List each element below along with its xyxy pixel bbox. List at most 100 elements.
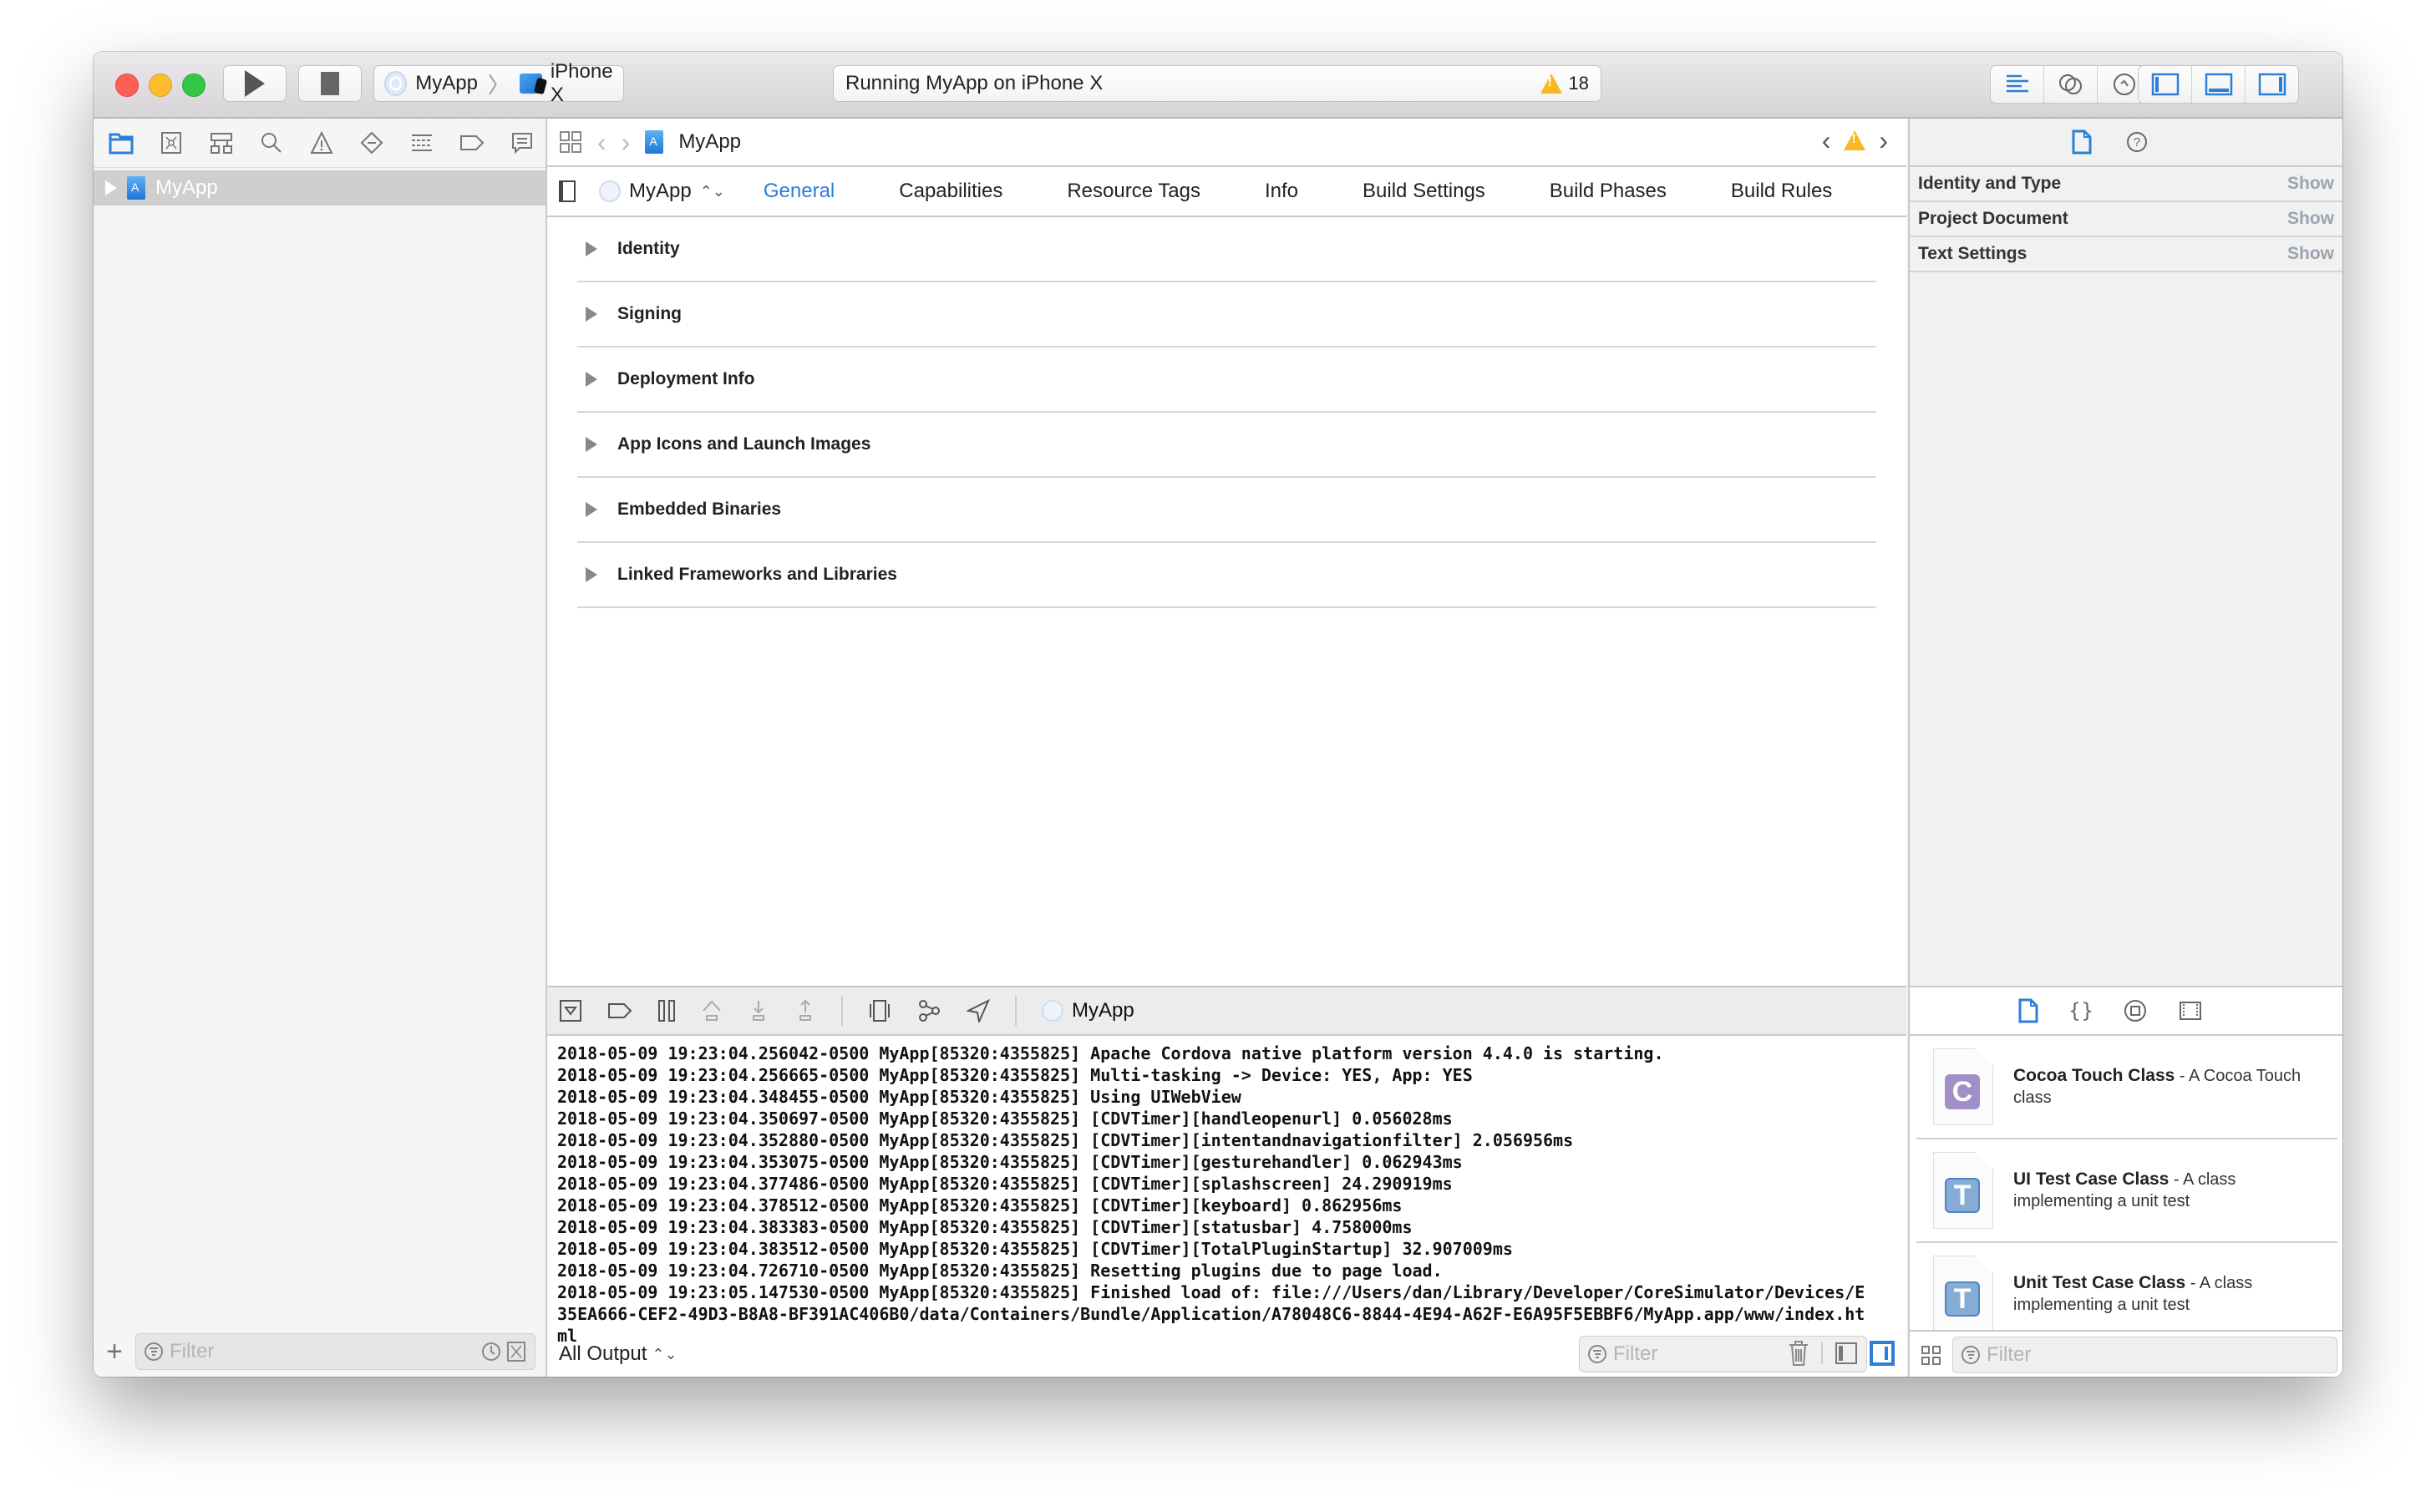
report-navigator-tab[interactable] <box>506 127 538 159</box>
clock-arrow-icon <box>2113 74 2135 95</box>
console-line: 2018-05-09 19:23:04.377486-0500 MyApp[85… <box>557 1174 1453 1194</box>
tab-build-settings[interactable]: Build Settings <box>1363 180 1485 203</box>
object-library-icon[interactable] <box>2124 999 2147 1022</box>
pause-icon[interactable] <box>657 999 676 1022</box>
symbol-navigator-tab[interactable] <box>206 127 237 159</box>
breakpoint-navigator-tab[interactable] <box>456 127 488 159</box>
tab-build-rules[interactable]: Build Rules <box>1731 180 1832 203</box>
file-inspector-icon[interactable] <box>2072 129 2092 155</box>
quick-help-icon[interactable]: ? <box>2125 130 2149 154</box>
minimize-window-button[interactable] <box>149 74 172 97</box>
breakpoints-toggle-icon[interactable] <box>607 1002 632 1020</box>
target-label: MyApp <box>629 180 692 202</box>
close-window-button[interactable] <box>115 74 139 97</box>
assistant-editor-button[interactable] <box>2044 66 2098 103</box>
disclosure-triangle-icon[interactable] <box>586 502 597 517</box>
toggle-inspector-button[interactable] <box>2246 66 2298 103</box>
filter-icon <box>1588 1345 1606 1363</box>
step-out-icon[interactable] <box>794 999 816 1022</box>
show-button[interactable]: Show <box>2287 174 2334 194</box>
disclosure-triangle-icon[interactable] <box>586 241 597 256</box>
source-control-icon <box>161 132 181 154</box>
trash-icon[interactable] <box>1788 1340 1809 1367</box>
show-variables-view-icon[interactable] <box>1835 1342 1858 1365</box>
console-line: 2018-05-09 19:23:04.383512-0500 MyApp[85… <box>557 1239 1513 1259</box>
find-navigator-tab[interactable] <box>256 127 287 159</box>
tab-general[interactable]: General <box>764 180 835 203</box>
tab-build-phases[interactable]: Build Phases <box>1550 180 1667 203</box>
stop-button[interactable] <box>298 65 362 102</box>
disclosure-triangle-icon[interactable] <box>586 372 597 387</box>
add-file-button[interactable]: + <box>104 1336 125 1368</box>
library-item-ui-test-case-class[interactable]: T UI Test Case Class - A class implement… <box>1916 1139 2337 1243</box>
project-navigator-tab[interactable] <box>105 127 137 159</box>
tab-info[interactable]: Info <box>1265 180 1298 203</box>
inspector-row-project-document: Project Document Show <box>1910 202 2342 237</box>
jump-bar-title[interactable]: MyApp <box>678 130 741 154</box>
tab-capabilities[interactable]: Capabilities <box>899 180 1002 203</box>
issue-navigator-tab[interactable] <box>306 127 337 159</box>
navigator-filter-input[interactable]: Filter <box>135 1333 535 1370</box>
recent-files-clock-icon[interactable] <box>481 1342 501 1362</box>
library-filter-input[interactable]: Filter <box>1952 1337 2337 1373</box>
toggle-navigator-button[interactable] <box>2139 66 2192 103</box>
code-snippet-library-icon[interactable]: {} <box>2070 998 2092 1023</box>
hide-debug-area-icon[interactable] <box>559 999 582 1022</box>
output-filter-popup[interactable]: All Output ⌃⌄ <box>559 1342 678 1366</box>
show-console-view-icon[interactable] <box>1870 1341 1895 1366</box>
test-navigator-tab[interactable] <box>356 127 388 159</box>
project-name: MyApp <box>155 176 218 199</box>
tab-resource-tags[interactable]: Resource Tags <box>1067 180 1200 203</box>
toggle-debug-area-button[interactable] <box>2192 66 2246 103</box>
section-identity[interactable]: Identity <box>577 217 1876 282</box>
scheme-device-label[interactable]: iPhone X <box>551 60 623 107</box>
standard-editor-button[interactable] <box>1991 66 2044 103</box>
section-embedded-binaries[interactable]: Embedded Binaries <box>577 478 1876 543</box>
target-selector[interactable]: MyApp ⌃⌄ <box>599 180 725 203</box>
source-control-navigator-tab[interactable] <box>155 127 187 159</box>
step-into-icon[interactable] <box>748 999 769 1022</box>
next-issue-button[interactable]: › <box>1879 127 1888 154</box>
warnings-badge[interactable]: 18 <box>1540 73 1589 94</box>
section-signing[interactable]: Signing <box>577 282 1876 348</box>
warning-icon[interactable] <box>1844 130 1866 150</box>
console-output[interactable]: 2018-05-09 19:23:04.256042-0500 MyApp[85… <box>547 1036 1884 1353</box>
editor-mode-control <box>1990 65 2151 104</box>
back-button[interactable]: ‹ <box>597 129 606 155</box>
project-tree-item[interactable]: MyApp <box>94 170 546 205</box>
app-scheme-icon <box>384 71 408 96</box>
view-hierarchy-icon[interactable] <box>868 999 891 1022</box>
toggle-targets-sidebar-icon[interactable] <box>559 180 576 202</box>
forward-button[interactable]: › <box>622 129 631 155</box>
file-template-icon: C <box>1933 1048 1993 1125</box>
step-over-icon[interactable] <box>701 999 723 1022</box>
disclosure-triangle-icon[interactable] <box>586 307 597 322</box>
file-template-library-icon[interactable] <box>2018 998 2038 1023</box>
activity-status: Running MyApp on iPhone X 18 <box>833 65 1601 102</box>
previous-issue-button[interactable]: ‹ <box>1822 127 1831 154</box>
section-linked-frameworks[interactable]: Linked Frameworks and Libraries <box>577 543 1876 608</box>
source-control-filter-icon[interactable] <box>506 1341 526 1362</box>
library-item-text: Unit Test Case Class - A class implement… <box>2013 1272 2322 1316</box>
section-app-icons[interactable]: App Icons and Launch Images <box>577 413 1876 478</box>
debug-navigator-tab[interactable] <box>406 127 438 159</box>
show-button[interactable]: Show <box>2287 244 2334 264</box>
disclosure-triangle-icon[interactable] <box>586 567 597 582</box>
related-items-icon[interactable] <box>559 130 582 154</box>
section-deployment-info[interactable]: Deployment Info <box>577 348 1876 413</box>
library-item-cocoa-touch-class[interactable]: C Cocoa Touch Class - A Cocoa Touch clas… <box>1916 1036 2337 1139</box>
media-library-icon[interactable] <box>2179 1001 2202 1021</box>
inspector-row-identity-type: Identity and Type Show <box>1910 167 2342 202</box>
disclosure-triangle-icon[interactable] <box>586 437 597 452</box>
zoom-window-button[interactable] <box>182 74 206 97</box>
memory-graph-icon[interactable] <box>916 999 941 1022</box>
scheme-selector[interactable]: MyApp 〉 iPhone X <box>373 60 624 106</box>
section-title: Identity <box>617 239 680 258</box>
grid-view-icon[interactable] <box>1921 1345 1941 1365</box>
disclosure-triangle-icon[interactable] <box>105 180 117 195</box>
process-selector[interactable]: MyApp <box>1042 999 1134 1022</box>
list-icon <box>412 134 432 151</box>
simulate-location-icon[interactable] <box>967 999 990 1022</box>
show-button[interactable]: Show <box>2287 209 2334 229</box>
run-button[interactable] <box>223 65 287 102</box>
